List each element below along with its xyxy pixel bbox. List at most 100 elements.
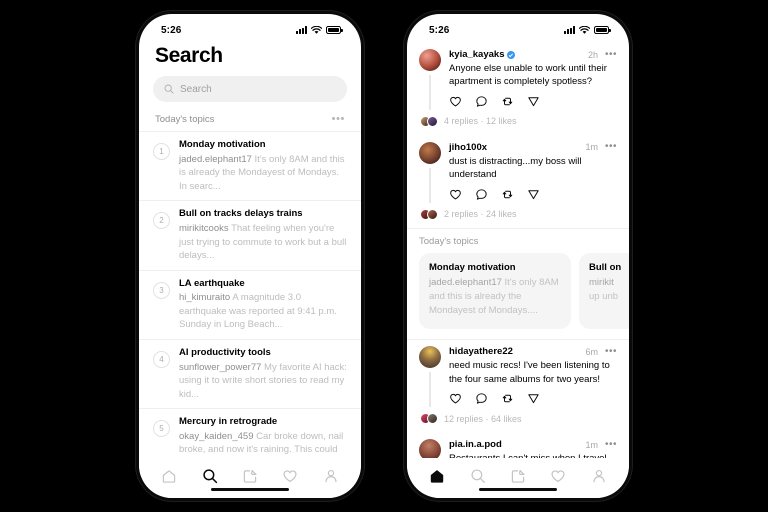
avatar[interactable] — [419, 141, 441, 164]
share-icon[interactable] — [527, 188, 540, 201]
comment-icon[interactable] — [475, 392, 488, 405]
tab-home[interactable] — [429, 468, 445, 484]
more-horizontal-icon[interactable]: ••• — [332, 114, 345, 125]
home-indicator — [479, 487, 557, 491]
feed-post[interactable]: jiho100x 1m ••• dust is distracting...my… — [407, 135, 629, 205]
screenshot-stage: 5:26 Search Search Today's topics ••• 1 … — [0, 0, 768, 512]
person-icon — [325, 469, 337, 483]
tab-profile[interactable] — [591, 468, 607, 484]
post-meta[interactable]: 4 replies · 12 likes — [407, 112, 629, 135]
topic-handle: sunflower_power77 — [179, 361, 262, 373]
topic-handle: hi_kimuraito — [179, 292, 231, 304]
post-actions — [449, 188, 617, 203]
post-username[interactable]: pia.in.a.pod — [449, 439, 502, 450]
topic-row[interactable]: 4 AI productivity tools sunflower_power7… — [139, 338, 361, 408]
topic-snippet: up unb — [589, 291, 619, 303]
more-horizontal-icon[interactable]: ••• — [601, 49, 617, 60]
comment-icon[interactable] — [475, 95, 488, 108]
post-header: kyia_kayaks 2h ••• — [449, 49, 617, 60]
search-input[interactable]: Search — [153, 76, 347, 102]
topic-row[interactable]: 2 Bull on tracks delays trains mirikitco… — [139, 200, 361, 269]
heart-icon — [283, 470, 297, 483]
repost-icon[interactable] — [501, 188, 514, 201]
tab-search[interactable] — [470, 468, 486, 484]
feed-scroll-body[interactable]: kyia_kayaks 2h ••• Anyone else unable to… — [407, 42, 629, 458]
search-scroll-body[interactable]: Search Search Today's topics ••• 1 Monda… — [139, 42, 361, 458]
avatar[interactable] — [419, 346, 441, 369]
cellular-bars-icon — [296, 26, 307, 34]
tab-compose[interactable] — [242, 468, 258, 484]
battery-icon — [594, 26, 611, 34]
post-text: Anyone else unable to work until their a… — [449, 63, 607, 88]
tab-compose[interactable] — [510, 468, 526, 484]
topic-title: Monday motivation — [429, 262, 516, 274]
heart-icon[interactable] — [449, 188, 462, 201]
topic-row[interactable]: 1 Monday motivation jaded.elephant17 It'… — [139, 131, 361, 200]
comment-icon[interactable] — [475, 188, 488, 201]
post-timestamp: 6m — [585, 346, 598, 357]
repost-icon[interactable] — [501, 95, 514, 108]
status-time: 5:26 — [161, 24, 182, 36]
tab-bar-left — [139, 458, 361, 498]
topic-card[interactable]: Bull on mirikit up unb — [579, 253, 629, 329]
person-icon — [593, 469, 605, 483]
heart-icon[interactable] — [449, 95, 462, 108]
topic-rank: 5 — [153, 420, 170, 438]
topic-desc: hi_kimuraito A magnitude 3.0 earthquake … — [179, 291, 347, 331]
topic-row[interactable]: 5 Mercury in retrograde okay_kaiden_459 … — [139, 408, 361, 458]
share-icon[interactable] — [527, 392, 540, 405]
topic-row[interactable]: 3 LA earthquake hi_kimuraito A magnitude… — [139, 269, 361, 339]
tab-activity[interactable] — [282, 468, 298, 484]
topic-desc: mirikitcooks That feeling when you're ju… — [179, 222, 347, 262]
search-icon — [164, 84, 174, 94]
todays-topics-label: Today's topics — [155, 114, 215, 125]
status-icons — [296, 25, 343, 35]
tab-home[interactable] — [161, 468, 177, 484]
home-icon — [162, 470, 176, 483]
todays-topics-header: Today's topics ••• — [139, 112, 361, 131]
post-header: pia.in.a.pod 1m ••• — [449, 439, 617, 450]
topic-title: AI productivity tools — [179, 346, 271, 358]
topic-desc: sunflower_power77 My favorite AI hack: u… — [179, 361, 347, 401]
feed-post[interactable]: kyia_kayaks 2h ••• Anyone else unable to… — [407, 42, 629, 112]
more-horizontal-icon[interactable]: ••• — [601, 142, 617, 152]
topic-desc: jaded.elephant17 It's only 8AM and this … — [179, 153, 347, 193]
post-username[interactable]: hidayathere22 — [449, 346, 513, 357]
post-meta[interactable]: 12 replies · 64 likes — [407, 409, 629, 432]
thread-connector — [429, 372, 431, 408]
page-title: Search — [155, 44, 223, 67]
feed-post[interactable]: pia.in.a.pod 1m ••• Restaurants I can't … — [407, 432, 629, 458]
topics-list: 1 Monday motivation jaded.elephant17 It'… — [139, 131, 361, 458]
home-indicator — [211, 487, 289, 491]
avatar[interactable] — [419, 439, 441, 458]
thread-connector — [429, 167, 431, 203]
post-timestamp: 1m — [585, 439, 598, 450]
topic-card[interactable]: Monday motivation jaded.elephant17 It's … — [419, 253, 571, 329]
post-text: need music recs! I've been listening to … — [449, 360, 610, 385]
heart-icon — [551, 470, 565, 483]
share-icon[interactable] — [527, 95, 540, 108]
topic-handle: mirikit — [589, 277, 614, 289]
post-username[interactable]: kyia_kayaks — [449, 49, 504, 60]
status-bar-left: 5:26 — [139, 14, 361, 42]
topics-carousel[interactable]: Monday motivation jaded.elephant17 It's … — [407, 253, 629, 338]
tab-profile[interactable] — [323, 468, 339, 484]
reply-avatars — [420, 115, 438, 127]
post-username[interactable]: jiho100x — [449, 142, 487, 153]
post-meta[interactable]: 2 replies · 24 likes — [407, 205, 629, 228]
topic-handle: jaded.elephant17 — [179, 153, 252, 165]
avatar[interactable] — [419, 49, 441, 71]
verified-badge-icon — [507, 50, 516, 59]
home-icon — [430, 470, 444, 483]
heart-icon[interactable] — [449, 392, 462, 405]
more-horizontal-icon[interactable]: ••• — [601, 346, 617, 357]
tab-bar-right — [407, 458, 629, 498]
tab-activity[interactable] — [550, 468, 566, 484]
screen-search: 5:26 Search Search Today's topics ••• 1 … — [139, 14, 361, 498]
repost-icon[interactable] — [501, 392, 514, 405]
feed-post[interactable]: hidayathere22 6m ••• need music recs! I'… — [407, 339, 629, 409]
status-bar-right: 5:26 — [407, 14, 629, 42]
more-horizontal-icon[interactable]: ••• — [601, 439, 617, 450]
tab-search[interactable] — [202, 468, 218, 484]
reply-avatars — [420, 413, 438, 425]
